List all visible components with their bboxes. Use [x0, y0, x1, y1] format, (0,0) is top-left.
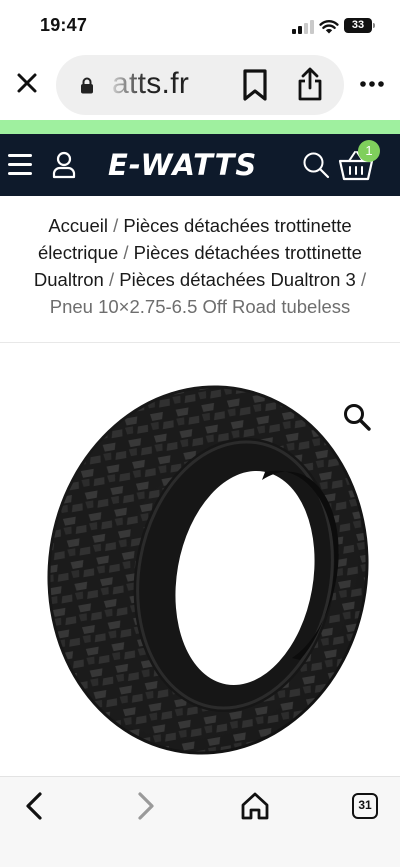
cart-count-badge: 1	[358, 140, 380, 162]
browser-bottom-bar: 31	[0, 776, 400, 867]
signal-icon	[292, 20, 314, 34]
breadcrumb-separator: /	[360, 269, 367, 290]
share-icon	[298, 67, 322, 101]
menu-icon[interactable]	[8, 154, 32, 176]
url-fade	[106, 63, 146, 107]
share-button[interactable]	[294, 66, 326, 102]
back-icon[interactable]	[20, 791, 50, 821]
breadcrumb-separator: /	[123, 242, 134, 263]
bookmark-icon	[243, 69, 267, 101]
site-header: E-WATTS 1	[0, 134, 400, 196]
promo-strip	[0, 120, 400, 134]
breadcrumb-separator: /	[108, 269, 120, 290]
product-image[interactable]	[0, 370, 400, 775]
user-icon[interactable]	[52, 151, 76, 179]
home-icon[interactable]	[240, 791, 270, 821]
status-time: 19:47	[40, 15, 88, 35]
search-icon[interactable]	[302, 151, 330, 179]
forward-icon[interactable]	[130, 791, 160, 821]
breadcrumb-link-dualtron-3[interactable]: Pièces détachées Dualtron 3	[119, 269, 356, 290]
close-icon	[17, 73, 37, 93]
status-bar: 19:47 33	[0, 0, 400, 50]
close-button[interactable]	[12, 68, 42, 98]
divider	[0, 342, 400, 343]
more-button[interactable]	[356, 74, 388, 94]
lock-icon	[81, 77, 93, 94]
breadcrumb-link-home[interactable]: Accueil	[48, 215, 108, 236]
tabs-button[interactable]: 31	[352, 793, 378, 819]
battery-indicator: 33	[344, 18, 375, 33]
breadcrumb: Accueil / Pièces détachées trottinette é…	[12, 212, 388, 320]
breadcrumb-current: Pneu 10×2.75-6.5 Off Road tubeless	[49, 296, 351, 317]
browser-toolbar: atts.fr	[0, 50, 400, 120]
bookmark-button[interactable]	[238, 68, 272, 102]
site-logo[interactable]: E-WATTS	[108, 148, 278, 182]
zoom-icon[interactable]	[342, 402, 372, 432]
more-icon	[360, 81, 384, 87]
address-bar[interactable]: atts.fr	[56, 55, 344, 115]
breadcrumb-separator: /	[113, 215, 124, 236]
tire-image	[47, 385, 369, 755]
wifi-icon	[319, 20, 339, 34]
